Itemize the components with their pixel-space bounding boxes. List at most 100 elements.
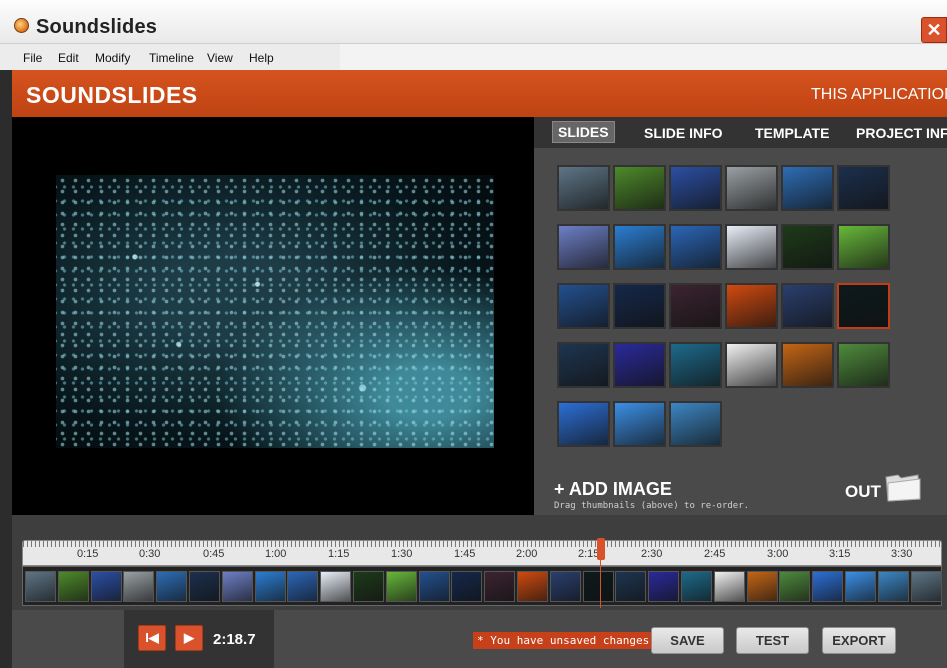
slide-thumbnail[interactable] (557, 401, 610, 447)
slide-thumbnail[interactable] (669, 165, 722, 211)
preview-image (56, 175, 494, 448)
filmstrip-frame (451, 571, 483, 602)
filmstrip-frame (549, 571, 581, 602)
left-gutter (0, 70, 12, 668)
tab-slides[interactable]: SLIDES (552, 121, 615, 143)
slide-preview (12, 117, 534, 515)
current-time: 2:18.7 (213, 631, 256, 648)
slide-thumbnail[interactable] (613, 342, 666, 388)
filmstrip-frame (713, 571, 745, 602)
slide-thumbnail[interactable] (725, 165, 778, 211)
filmstrip-frame (779, 571, 811, 602)
tab-template[interactable]: TEMPLATE (755, 125, 829, 141)
time-label: 3:15 (829, 548, 851, 560)
timeline-filmstrip[interactable] (22, 566, 942, 606)
filmstrip-frame (287, 571, 319, 602)
drag-hint: Drag thumbnails (above) to re-order. (554, 501, 750, 511)
filmstrip-frame (845, 571, 876, 602)
soundslides-app-icon (14, 18, 29, 33)
rewind-button[interactable]: I◀ (138, 625, 166, 651)
playhead-handle[interactable] (597, 538, 605, 560)
app-header: SOUNDSLIDES THIS APPLICATION IS N (12, 70, 947, 117)
filmstrip-frame (57, 571, 89, 602)
close-window-button[interactable]: ✕ (921, 17, 947, 43)
time-label: 1:45 (454, 548, 476, 560)
out-label: OUT (845, 482, 881, 501)
filmstrip-frame (877, 571, 909, 602)
slide-thumbnail[interactable] (557, 283, 610, 329)
filmstrip-frame (385, 571, 417, 602)
brand-logo-text: SOUNDSLIDES (26, 82, 198, 108)
filmstrip-frame (189, 571, 220, 602)
menu-modify[interactable]: Modify (95, 51, 130, 65)
slide-thumbnail[interactable] (669, 224, 722, 270)
slide-thumbnail[interactable] (837, 224, 890, 270)
filmstrip-frame (123, 571, 155, 602)
slide-thumbnail[interactable] (613, 224, 666, 270)
slide-thumbnail[interactable] (613, 165, 666, 211)
time-label: 3:00 (767, 548, 789, 560)
filmstrip-frame (221, 571, 253, 602)
menu-file[interactable]: File (23, 51, 42, 65)
slide-thumbnail[interactable] (725, 224, 778, 270)
filmstrip-frame (648, 571, 680, 602)
filmstrip-frame (582, 571, 614, 602)
save-button[interactable]: SAVE (651, 627, 724, 654)
menu-bar: File Edit Modify Timeline View Help (0, 44, 947, 70)
test-button[interactable]: TEST (736, 627, 809, 654)
filmstrip-frame (418, 571, 450, 602)
slide-thumbnail[interactable] (725, 283, 778, 329)
slide-thumbnail[interactable] (725, 342, 778, 388)
playhead-line (600, 560, 601, 608)
slide-thumbnail[interactable] (837, 165, 890, 211)
time-label: 3:30 (891, 548, 913, 560)
filmstrip-frame (812, 571, 844, 602)
slide-thumbnail[interactable] (781, 165, 834, 211)
time-label: 1:30 (391, 548, 413, 560)
menu-help[interactable]: Help (249, 51, 274, 65)
folder-icon[interactable] (884, 469, 922, 503)
slide-thumbnail[interactable] (557, 224, 610, 270)
slide-thumbnail[interactable] (669, 401, 722, 447)
time-label: 0:15 (77, 548, 99, 560)
slide-thumbnail[interactable] (557, 342, 610, 388)
filmstrip-frame (910, 571, 942, 602)
filmstrip-frame (25, 571, 56, 602)
slide-thumbnail[interactable] (781, 342, 834, 388)
menu-view[interactable]: View (207, 51, 233, 65)
filmstrip-frame (254, 571, 286, 602)
slide-thumbnail[interactable] (837, 283, 890, 329)
export-button[interactable]: EXPORT (822, 627, 896, 654)
time-label: 1:00 (265, 548, 287, 560)
slide-thumbnail[interactable] (669, 283, 722, 329)
add-image-button[interactable]: + ADD IMAGE (554, 479, 672, 500)
timeline-ruler[interactable]: 0:15 0:30 0:45 1:00 1:15 1:30 1:45 2:00 … (22, 540, 942, 566)
slide-thumbnail[interactable] (557, 165, 610, 211)
time-label: 0:30 (139, 548, 161, 560)
filmstrip-frame (517, 571, 548, 602)
slide-thumbnail[interactable] (781, 224, 834, 270)
tab-slide-info[interactable]: SLIDE INFO (644, 125, 723, 141)
filmstrip-frame (681, 571, 712, 602)
header-notice: THIS APPLICATION IS N (811, 86, 947, 103)
slide-thumbnail[interactable] (837, 342, 890, 388)
filmstrip-frame (353, 571, 384, 602)
unsaved-changes-notice: * You have unsaved changes. (473, 632, 660, 649)
menu-timeline[interactable]: Timeline (149, 51, 194, 65)
slide-thumbnail[interactable] (613, 283, 666, 329)
time-label: 1:15 (328, 548, 350, 560)
slide-thumbnail[interactable] (669, 342, 722, 388)
slide-thumbnail[interactable] (613, 401, 666, 447)
tab-project-info[interactable]: PROJECT INFO (856, 125, 947, 141)
time-label: 2:45 (704, 548, 726, 560)
time-label: 2:00 (516, 548, 538, 560)
filmstrip-frame (156, 571, 188, 602)
window-title: Soundslides (36, 16, 158, 38)
play-button[interactable]: ▶ (175, 625, 203, 651)
slide-thumbnail[interactable] (781, 283, 834, 329)
filmstrip-frame (320, 571, 352, 602)
window-titlebar: Soundslides ✕ (0, 0, 947, 44)
menu-edit[interactable]: Edit (58, 51, 79, 65)
time-label: 2:30 (641, 548, 663, 560)
filmstrip-frame (746, 571, 778, 602)
